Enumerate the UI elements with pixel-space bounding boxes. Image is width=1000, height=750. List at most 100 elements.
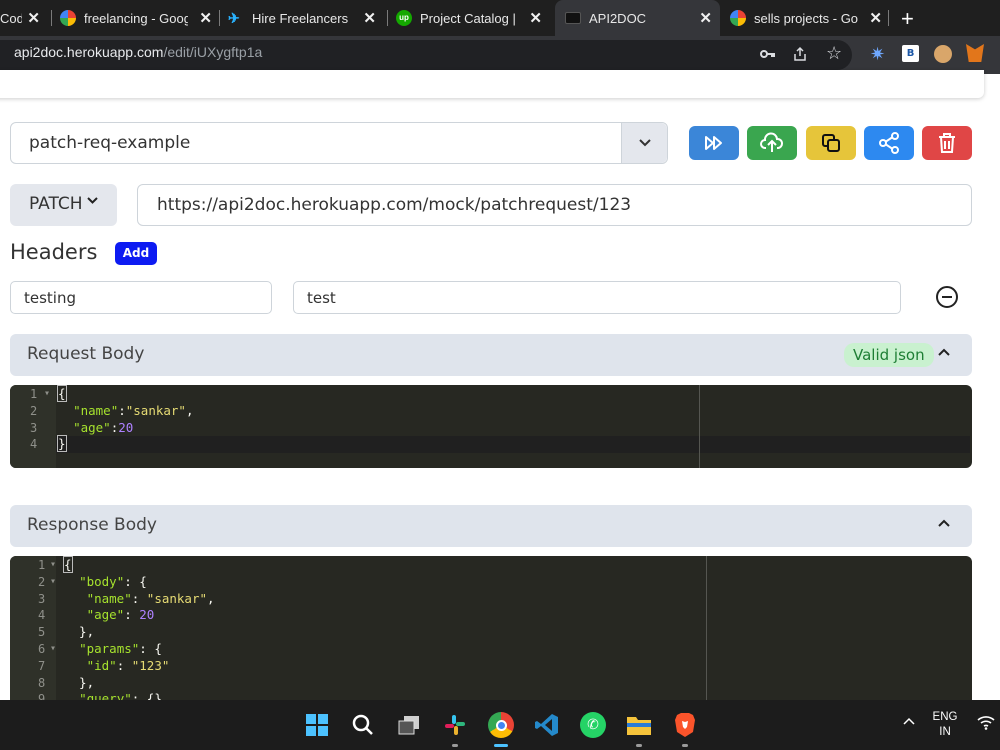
tab-title: sells projects - Goo xyxy=(754,10,858,26)
running-indicator xyxy=(452,744,458,747)
add-header-button[interactable]: Add xyxy=(115,242,157,265)
request-body-editor[interactable]: 1 ▾ 2 3 4 { "name":"sankar", "age":20 } xyxy=(10,385,972,468)
fold-arrow-icon[interactable]: ▾ xyxy=(44,386,50,403)
copy-button[interactable] xyxy=(806,126,856,160)
active-indicator xyxy=(494,744,508,747)
line-number: 6 xyxy=(38,642,46,656)
tab-title: API2DOC xyxy=(589,10,647,26)
code-line: { xyxy=(63,556,73,573)
chevron-up-icon[interactable] xyxy=(938,519,950,527)
wifi-icon[interactable] xyxy=(976,714,996,734)
upload-button[interactable] xyxy=(747,126,797,160)
run-button[interactable] xyxy=(689,126,739,160)
code-line: "age": 20 xyxy=(86,607,155,622)
task-view-icon[interactable] xyxy=(392,708,426,742)
code-line: "name": "sankar", xyxy=(86,591,215,606)
code-line: "params": { xyxy=(79,641,162,656)
new-tab-plus-icon[interactable]: + xyxy=(901,6,914,32)
line-number: 1 xyxy=(30,387,38,401)
header-key-input[interactable]: testing xyxy=(10,281,272,314)
line-number: 3 xyxy=(38,592,46,606)
brave-icon[interactable] xyxy=(668,708,702,742)
upwork-icon: up xyxy=(396,10,412,26)
chevron-down-icon[interactable] xyxy=(621,123,667,163)
windows-start-icon[interactable] xyxy=(300,708,334,742)
code-line: }, xyxy=(64,675,95,690)
close-icon[interactable]: ✕ xyxy=(199,9,212,27)
response-body-editor[interactable]: 1 ▾ 2 ▾ 3 4 5 6 ▾ 7 8 9 { "body": { "nam… xyxy=(10,556,972,700)
tab-api2doc[interactable]: API2DOC ✕ xyxy=(555,0,720,36)
bookmark-star-icon[interactable]: ☆ xyxy=(826,43,842,64)
line-number: 5 xyxy=(38,625,46,639)
request-body-header[interactable]: Request Body Valid json xyxy=(10,334,972,376)
delete-button[interactable] xyxy=(922,126,972,160)
fast-forward-icon xyxy=(705,136,722,150)
fold-arrow-icon[interactable]: ▾ xyxy=(50,557,56,574)
chevron-up-icon[interactable] xyxy=(938,348,950,356)
fold-arrow-icon[interactable]: ▾ xyxy=(50,641,56,658)
tab-codi[interactable]: Codi ✕ xyxy=(0,0,48,36)
slack-icon[interactable] xyxy=(438,708,472,742)
print-margin xyxy=(699,385,700,468)
close-icon[interactable]: ✕ xyxy=(699,9,712,27)
extension-gear-icon[interactable]: ✷ xyxy=(870,44,885,65)
fold-arrow-icon[interactable]: ▾ xyxy=(50,574,56,591)
key-icon[interactable] xyxy=(760,46,776,64)
chevron-up-icon[interactable] xyxy=(903,714,915,729)
extension-b-icon[interactable]: B xyxy=(902,45,919,62)
response-body-title: Response Body xyxy=(27,515,157,535)
code-line: "id": "123" xyxy=(86,658,170,673)
url-text[interactable]: api2doc.herokuapp.com/edit/iUXygftp1a xyxy=(14,44,262,60)
line-number: 4 xyxy=(30,437,38,451)
code-line: } xyxy=(57,435,67,452)
tab-title: Codi xyxy=(0,10,22,26)
freelancer-bird-icon: ✈ xyxy=(228,10,240,26)
response-body-header[interactable]: Response Body xyxy=(10,505,972,547)
tab-title: Hire Freelancers & xyxy=(252,10,352,26)
cloud-upload-icon xyxy=(760,132,784,152)
request-url-input[interactable]: https://api2doc.herokuapp.com/mock/patch… xyxy=(137,184,972,226)
code-line: "query": {} xyxy=(79,691,162,700)
line-number: 3 xyxy=(30,421,38,435)
close-icon[interactable]: ✕ xyxy=(27,9,40,27)
print-margin xyxy=(706,556,707,700)
language-indicator[interactable]: ENG IN xyxy=(928,710,962,740)
region-code: IN xyxy=(939,726,951,738)
api2doc-favicon xyxy=(565,12,581,24)
trash-icon xyxy=(939,133,955,153)
tab-freelancing[interactable]: freelancing - Goog ✕ xyxy=(60,0,220,36)
tab-title: freelancing - Goog xyxy=(84,10,188,26)
remove-header-icon[interactable] xyxy=(936,286,958,308)
close-icon[interactable]: ✕ xyxy=(363,9,376,27)
taskbar: ✆ ENG IN xyxy=(0,700,1000,750)
share-button[interactable] xyxy=(864,126,914,160)
share-page-icon[interactable] xyxy=(792,46,808,66)
code-line: "age":20 xyxy=(73,420,134,435)
line-number: 2 xyxy=(38,575,46,589)
line-number: 1 xyxy=(38,558,46,572)
header-value-input[interactable]: test xyxy=(293,281,901,314)
tab-sells-projects[interactable]: sells projects - Goo ✕ xyxy=(730,0,890,36)
chrome-icon[interactable] xyxy=(484,708,518,742)
search-icon[interactable] xyxy=(346,708,380,742)
tab-hire-freelancers[interactable]: ✈ Hire Freelancers & ✕ xyxy=(228,0,384,36)
line-number: 9 xyxy=(38,692,46,700)
extension-owl-icon[interactable] xyxy=(934,45,952,63)
code-line: { xyxy=(57,385,67,402)
file-explorer-icon[interactable] xyxy=(622,708,656,742)
vscode-icon[interactable] xyxy=(530,708,564,742)
active-line xyxy=(56,436,970,453)
code-line: "name":"sankar", xyxy=(73,403,194,418)
method-select[interactable]: PATCH xyxy=(10,184,117,226)
whatsapp-icon[interactable]: ✆ xyxy=(576,708,610,742)
copy-icon xyxy=(822,134,840,152)
chevron-down-icon xyxy=(87,197,99,204)
close-icon[interactable]: ✕ xyxy=(869,9,882,27)
project-select[interactable]: patch-req-example xyxy=(10,122,668,164)
tab-project-catalog[interactable]: up Project Catalog | U ✕ xyxy=(396,0,550,36)
line-number: 4 xyxy=(38,608,46,622)
close-icon[interactable]: ✕ xyxy=(529,9,542,27)
language-code: ENG xyxy=(932,711,958,723)
url-path: /edit/iUXygftp1a xyxy=(163,44,263,60)
headers-title: Headers xyxy=(10,240,98,264)
